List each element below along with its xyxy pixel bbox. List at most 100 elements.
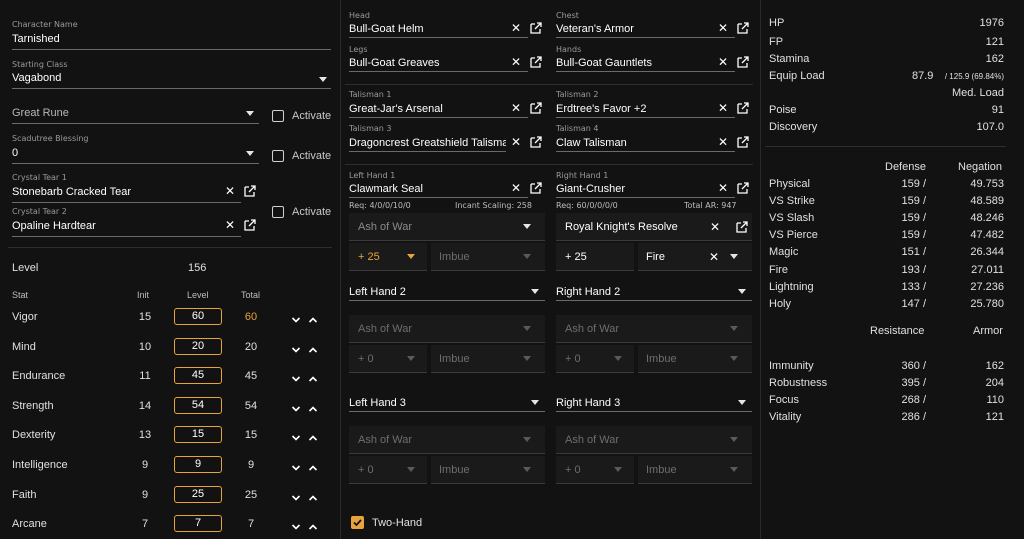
close-icon[interactable]: ✕ [709, 221, 721, 233]
right-hand-3-ash-of-war-select[interactable]: Ash of War [556, 426, 752, 454]
stat-level-input[interactable]: 45 [174, 367, 222, 385]
open-external-icon[interactable] [244, 185, 256, 197]
close-icon[interactable]: ✕ [708, 251, 720, 263]
close-icon[interactable]: ✕ [224, 185, 236, 197]
right-hand-1-ash-of-war-select[interactable]: Royal Knight's Resolve ✕ [556, 213, 752, 241]
stat-level-input[interactable]: 60 [174, 308, 222, 325]
chevron-up-icon[interactable] [308, 430, 318, 441]
right-hand-3-imbue-select[interactable]: Imbue [638, 456, 752, 484]
left-hand-2-upgrade-select[interactable]: + 0 [349, 345, 427, 373]
right-hand-2-ash-of-war-select[interactable]: Ash of War [556, 315, 752, 343]
open-external-icon[interactable] [530, 56, 542, 68]
stat-level-input[interactable]: 25 [174, 485, 222, 503]
chevron-up-icon[interactable] [308, 371, 318, 382]
open-external-icon[interactable] [737, 182, 749, 194]
talisman-1-select[interactable]: Great-Jar's Arsenal [349, 103, 528, 118]
left-hand-3-imbue-select[interactable]: Imbue [431, 456, 545, 484]
level-label: Level [12, 262, 39, 274]
two-hand-checkbox[interactable] [351, 516, 364, 529]
right-hand-1-upgrade-select[interactable]: + 25 [556, 243, 634, 271]
chevron-down-icon[interactable] [291, 312, 301, 323]
chest-select[interactable]: Veteran's Armor [556, 23, 735, 38]
legs-select[interactable]: Bull-Goat Greaves [349, 57, 528, 72]
open-external-icon[interactable] [530, 102, 542, 114]
right-hand-2-select[interactable]: Right Hand 2 [556, 286, 752, 301]
chevron-down-icon[interactable] [291, 519, 301, 530]
close-icon[interactable]: ✕ [717, 22, 729, 34]
open-external-icon[interactable] [737, 22, 749, 34]
close-icon[interactable]: ✕ [717, 102, 729, 114]
chevron-up-icon[interactable] [308, 401, 318, 412]
open-external-icon[interactable] [244, 219, 256, 231]
open-external-icon[interactable] [737, 56, 749, 68]
close-icon[interactable]: ✕ [510, 136, 522, 148]
right-hand-3-select[interactable]: Right Hand 3 [556, 397, 752, 412]
chevron-up-icon[interactable] [308, 342, 318, 353]
great-rune-select[interactable]: Great Rune [12, 107, 259, 124]
talisman-4-select[interactable]: Claw Talisman [556, 137, 735, 152]
chevron-up-icon[interactable] [308, 312, 318, 323]
open-external-icon[interactable] [530, 182, 542, 194]
chevron-up-icon[interactable] [308, 519, 318, 530]
defense-type: VS Strike [769, 195, 815, 208]
chevron-down-icon[interactable] [291, 371, 301, 382]
right-hand-2-imbue-select[interactable]: Imbue [638, 345, 752, 373]
stat-level-input[interactable]: 20 [174, 337, 222, 355]
chevron-down-icon[interactable] [291, 430, 301, 442]
left-hand-2-imbue-select[interactable]: Imbue [431, 345, 545, 373]
talisman-4-label: Talisman 4 [556, 124, 599, 133]
close-icon[interactable]: ✕ [510, 56, 522, 68]
open-external-icon[interactable] [737, 136, 749, 148]
crystal-tear-2-select[interactable]: Opaline Hardtear [12, 220, 241, 237]
open-external-icon[interactable] [737, 102, 749, 114]
left-hand-3-upgrade-select[interactable]: + 0 [349, 456, 427, 484]
crystal-tear-1-label: Crystal Tear 1 [12, 173, 67, 182]
crystal-tear-activate-checkbox[interactable] [272, 206, 284, 218]
close-icon[interactable]: ✕ [510, 22, 522, 34]
scadutree-select[interactable]: 0 [12, 147, 259, 164]
close-icon[interactable]: ✕ [224, 219, 236, 231]
starting-class-select[interactable]: Vagabond [12, 72, 331, 89]
resistance-header: Resistance [870, 325, 925, 337]
chevron-down-icon[interactable] [291, 401, 301, 412]
chevron-down-icon[interactable] [291, 342, 301, 353]
close-icon[interactable]: ✕ [717, 56, 729, 68]
left-hand-2-select[interactable]: Left Hand 2 [349, 286, 545, 301]
chevron-up-icon[interactable] [308, 460, 318, 471]
stat-level-input[interactable]: 7 [174, 515, 222, 533]
chevron-up-icon[interactable] [308, 490, 318, 501]
left-hand-3-ash-of-war-select[interactable]: Ash of War [349, 426, 545, 454]
great-rune-activate-checkbox[interactable] [272, 110, 284, 122]
scadutree-activate-checkbox[interactable] [272, 150, 284, 162]
talisman-3-select[interactable]: Dragoncrest Greatshield Talisman [349, 137, 506, 152]
close-icon[interactable]: ✕ [510, 182, 522, 194]
crystal-tear-2-label: Crystal Tear 2 [12, 207, 67, 216]
right-hand-1-imbue-select[interactable]: Fire ✕ [638, 243, 752, 271]
right-hand-3-upgrade-select[interactable]: + 0 [556, 456, 634, 484]
open-external-icon[interactable] [736, 221, 748, 233]
stat-level-input[interactable]: 9 [174, 456, 222, 473]
head-select[interactable]: Bull-Goat Helm [349, 23, 528, 38]
hands-select[interactable]: Bull-Goat Gauntlets [556, 57, 735, 72]
character-name-input[interactable]: Tarnished [12, 33, 331, 50]
left-hand-2-ash-of-war-select[interactable]: Ash of War [349, 315, 545, 343]
left-hand-1-ash-of-war-select[interactable]: Ash of War [349, 213, 545, 241]
left-hand-3-select[interactable]: Left Hand 3 [349, 397, 545, 412]
stat-level-input[interactable]: 15 [174, 426, 222, 444]
open-external-icon[interactable] [530, 22, 542, 34]
starting-class-label: Starting Class [12, 60, 68, 69]
open-external-icon[interactable] [530, 136, 542, 148]
talisman-2-select[interactable]: Erdtree's Favor +2 [556, 103, 735, 118]
right-hand-2-upgrade-select[interactable]: + 0 [556, 345, 634, 373]
close-icon[interactable]: ✕ [717, 182, 729, 194]
close-icon[interactable]: ✕ [510, 102, 522, 114]
left-hand-1-imbue-select[interactable]: Imbue [431, 243, 545, 271]
left-hand-1-select[interactable]: Clawmark Seal [349, 183, 528, 198]
left-hand-1-upgrade-select[interactable]: + 25 [349, 243, 427, 271]
chevron-down-icon[interactable] [291, 490, 301, 501]
chevron-down-icon[interactable] [291, 460, 301, 471]
close-icon[interactable]: ✕ [717, 136, 729, 148]
right-hand-1-select[interactable]: Giant-Crusher [556, 183, 735, 198]
crystal-tear-1-select[interactable]: Stonebarb Cracked Tear [12, 186, 241, 203]
stat-level-input[interactable]: 54 [174, 396, 222, 414]
